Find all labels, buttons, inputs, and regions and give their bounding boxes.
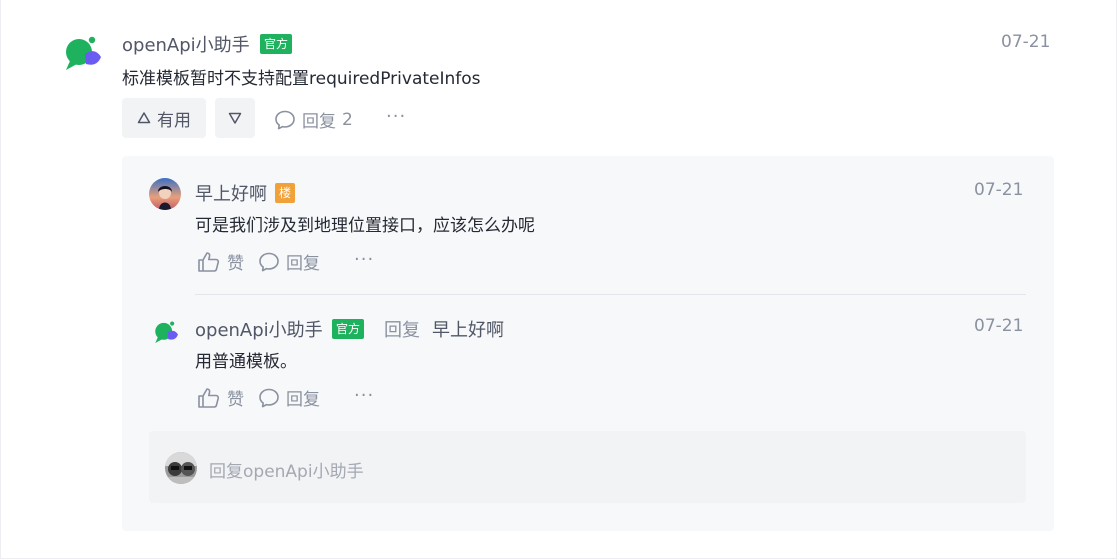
comment-bubble-icon — [259, 252, 279, 271]
brand-logo-icon — [155, 321, 178, 344]
comment-bubble-icon — [259, 388, 279, 407]
more-options-button[interactable]: ··· — [386, 106, 406, 127]
triangle-up-icon — [137, 112, 151, 124]
user-avatar-image — [149, 178, 181, 210]
reply-target-name[interactable]: 早上好啊 — [432, 316, 504, 342]
more-options-button[interactable]: ··· — [354, 385, 374, 406]
user-avatar-image — [165, 452, 197, 484]
official-badge: 官方 — [260, 34, 293, 54]
more-options-button[interactable]: ··· — [354, 249, 374, 270]
reply-button[interactable]: 回复 2 — [274, 107, 353, 132]
comment-date: 07-21 — [1001, 32, 1051, 52]
reply-author-name[interactable]: 早上好啊 — [195, 180, 267, 206]
author-name[interactable]: openApi小助手 — [122, 31, 250, 57]
reply-author-name[interactable]: openApi小助手 — [195, 316, 323, 342]
thumbs-up-icon — [198, 387, 220, 408]
reply-input-placeholder[interactable]: 回复openApi小助手 — [209, 457, 364, 482]
triangle-down-icon — [228, 112, 242, 124]
reply-to-word: 回复 — [384, 320, 420, 341]
like-label: 赞 — [227, 390, 244, 410]
reply-date: 07-21 — [974, 180, 1024, 200]
current-user-avatar — [165, 452, 197, 484]
reply-label: 回复 — [302, 112, 336, 132]
official-badge: 官方 — [332, 319, 365, 339]
like-button[interactable]: 赞 — [197, 385, 244, 410]
reply-button[interactable]: 回复 — [258, 385, 320, 410]
not-useful-button[interactable] — [215, 98, 255, 138]
brand-logo-icon — [66, 36, 101, 70]
reply-divider — [195, 294, 1026, 295]
like-label: 赞 — [227, 254, 244, 274]
useful-button[interactable]: 有用 — [122, 98, 206, 138]
reply-date: 07-21 — [974, 316, 1024, 336]
author-avatar[interactable] — [61, 33, 101, 73]
floor-badge: 楼 — [275, 183, 295, 203]
reply-text: 用普通模板。 — [195, 352, 297, 372]
like-button[interactable]: 赞 — [197, 249, 244, 274]
reply-author-avatar[interactable] — [152, 319, 178, 345]
reply-button[interactable]: 回复 — [258, 249, 320, 274]
comment-text: 标准模板暂时不支持配置requiredPrivateInfos — [122, 69, 481, 89]
reply-label: 回复 — [286, 254, 320, 274]
reply-label: 回复 — [286, 390, 320, 410]
reply-text: 可是我们涉及到地理位置接口，应该怎么办呢 — [195, 216, 535, 236]
thumbs-up-icon — [198, 251, 220, 272]
comment-bubble-icon — [275, 110, 295, 129]
reply-count: 2 — [342, 109, 353, 130]
reply-author-avatar[interactable] — [149, 178, 181, 210]
useful-label: 有用 — [157, 110, 191, 131]
